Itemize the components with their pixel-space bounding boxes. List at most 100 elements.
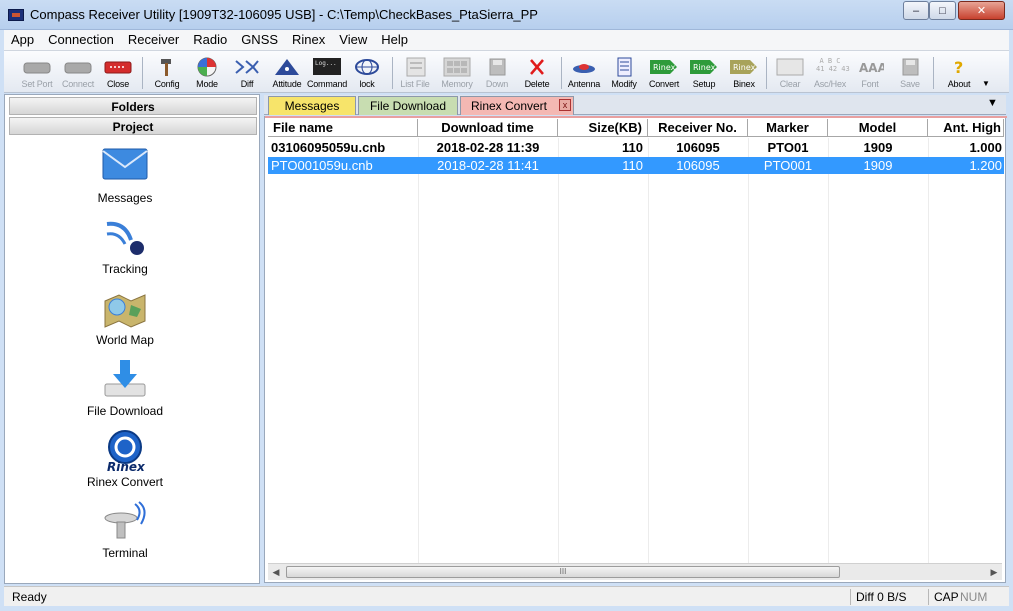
lock-button[interactable]: lock [346, 54, 388, 92]
scroll-right-icon[interactable]: ▶ [986, 564, 1002, 580]
nav-label: File Download [86, 404, 164, 418]
toolbar-overflow-icon[interactable]: ▼ [982, 79, 990, 88]
config-button[interactable]: Config [146, 54, 188, 92]
column-header-file-name[interactable]: File name [268, 119, 418, 137]
scrollbar-thumb[interactable]: III [286, 566, 840, 578]
cell-model: 1909 [863, 140, 893, 155]
nav-item-world-map[interactable]: World Map [5, 287, 245, 357]
about-button[interactable]: ? About [938, 54, 980, 92]
toolbar: Set Port Connect Close Config Mode Diff … [4, 50, 1009, 93]
list-file-button[interactable]: List File [394, 54, 436, 92]
app-icon [8, 9, 24, 21]
delete-button[interactable]: Delete [516, 54, 558, 92]
nav-label: Rinex Convert [86, 475, 164, 489]
maximize-button[interactable]: □ [929, 1, 956, 20]
column-header-receiver-no[interactable]: Receiver No. [648, 119, 748, 137]
antenna-button[interactable]: Antenna [563, 54, 605, 92]
convert-label: Convert [648, 79, 680, 89]
rinex-binex-button[interactable]: Rinex Binex [723, 54, 765, 92]
rinex-badge-text: Rinex [693, 63, 716, 72]
globe-lock-icon [353, 57, 381, 77]
column-gridline [828, 138, 829, 568]
world-map-icon [101, 287, 149, 331]
document-tabs: Messages File Download Rinex Convert x ▼ [264, 95, 1006, 115]
tab-messages[interactable]: Messages [268, 96, 356, 115]
rinex-setup-button[interactable]: Rinex Setup [683, 54, 725, 92]
menu-rinex[interactable]: Rinex [285, 30, 332, 50]
table-row[interactable]: 03106095059u.cnb 2018-02-28 11:39 110 10… [268, 139, 1004, 156]
tab-file-download[interactable]: File Download [358, 96, 458, 115]
save-button[interactable]: Save [889, 54, 931, 92]
menu-radio[interactable]: Radio [186, 30, 234, 50]
command-button[interactable]: Log... Command [306, 54, 348, 92]
menu-help[interactable]: Help [374, 30, 415, 50]
diff-button[interactable]: Diff [226, 54, 268, 92]
binex-label: Binex [733, 79, 755, 89]
list-file-label: List File [400, 79, 430, 89]
down-button[interactable]: Down [476, 54, 518, 92]
num-lock-indicator: NUM [960, 590, 988, 604]
nav-label: World Map [96, 333, 154, 347]
caps-lock-indicator: CAP [934, 590, 959, 604]
floppy-icon [483, 57, 511, 77]
menu-gnss[interactable]: GNSS [234, 30, 285, 50]
font-button[interactable]: AAA Font [849, 54, 891, 92]
toolbar-separator [933, 57, 934, 89]
menu-connection[interactable]: Connection [41, 30, 121, 50]
cell-size: 110 [622, 158, 643, 173]
menu-app[interactable]: App [4, 30, 41, 50]
window-title: Compass Receiver Utility [1909T32-106095… [30, 7, 538, 22]
antenna-terminal-icon [101, 500, 149, 544]
setup-label: Setup [692, 79, 716, 89]
modify-label: Modify [611, 79, 637, 89]
minimize-button[interactable]: – [903, 1, 929, 20]
attitude-button[interactable]: Attitude [266, 54, 308, 92]
nav-item-tracking[interactable]: Tracking [5, 216, 245, 286]
delete-label: Delete [524, 79, 550, 89]
delete-x-icon [523, 57, 551, 77]
tab-close-icon[interactable]: x [559, 99, 571, 111]
nav-label: Tracking [102, 262, 148, 276]
tab-rinex-convert[interactable]: Rinex Convert [460, 96, 574, 115]
folders-header[interactable]: Folders [9, 97, 257, 115]
project-panel: Folders Project Messages Tracking World … [4, 94, 260, 584]
column-header-ant-high[interactable]: Ant. High [928, 119, 1004, 137]
table-row-selected[interactable]: PTO001059u.cnb 2018-02-28 11:41 110 1060… [268, 157, 1004, 174]
close-port-button[interactable]: Close [97, 54, 139, 92]
menu-view[interactable]: View [332, 30, 374, 50]
nav-item-file-download[interactable]: File Download [5, 358, 245, 428]
rinex-convert-button[interactable]: Rinex Convert [643, 54, 685, 92]
rinex-file-table: File name Download time Size(KB) Receive… [264, 116, 1007, 583]
connect-label: Connect [61, 79, 95, 89]
column-header-model[interactable]: Model [828, 119, 928, 137]
column-gridline [648, 138, 649, 568]
asc-hex-button[interactable]: A B C 41 42 43 Asc/Hex [809, 54, 851, 92]
project-header[interactable]: Project [9, 117, 257, 135]
antenna-label: Antenna [567, 79, 601, 89]
nav-item-terminal[interactable]: Terminal [5, 500, 245, 570]
diff-label: Diff [240, 79, 254, 89]
nav-item-rinex-convert[interactable]: Rinex Rinex Convert [5, 429, 245, 499]
nav-item-messages[interactable]: Messages [5, 145, 245, 215]
mode-button[interactable]: Mode [186, 54, 228, 92]
memory-button[interactable]: Memory [436, 54, 478, 92]
modify-button[interactable]: Modify [603, 54, 645, 92]
scroll-left-icon[interactable]: ◀ [268, 564, 284, 580]
command-icon-text: Log... [315, 60, 337, 67]
menu-receiver[interactable]: Receiver [121, 30, 186, 50]
attitude-icon [273, 57, 301, 77]
column-header-download-time[interactable]: Download time [418, 119, 558, 137]
close-window-button[interactable]: ✕ [958, 1, 1005, 20]
rinex-binex-icon: Rinex [730, 57, 758, 77]
set-port-button[interactable]: Set Port [16, 54, 58, 92]
satellite-icon [101, 216, 149, 260]
column-header-size[interactable]: Size(KB) [558, 119, 648, 137]
tab-list-dropdown-icon[interactable]: ▼ [987, 97, 998, 109]
memory-icon [443, 57, 471, 77]
connect-button[interactable]: Connect [57, 54, 99, 92]
status-separator [850, 589, 851, 605]
column-header-marker[interactable]: Marker [748, 119, 828, 137]
horizontal-scrollbar[interactable]: ◀ III ▶ [268, 563, 1002, 580]
clear-button[interactable]: Clear [769, 54, 811, 92]
rinex-setup-icon: Rinex [690, 57, 718, 77]
